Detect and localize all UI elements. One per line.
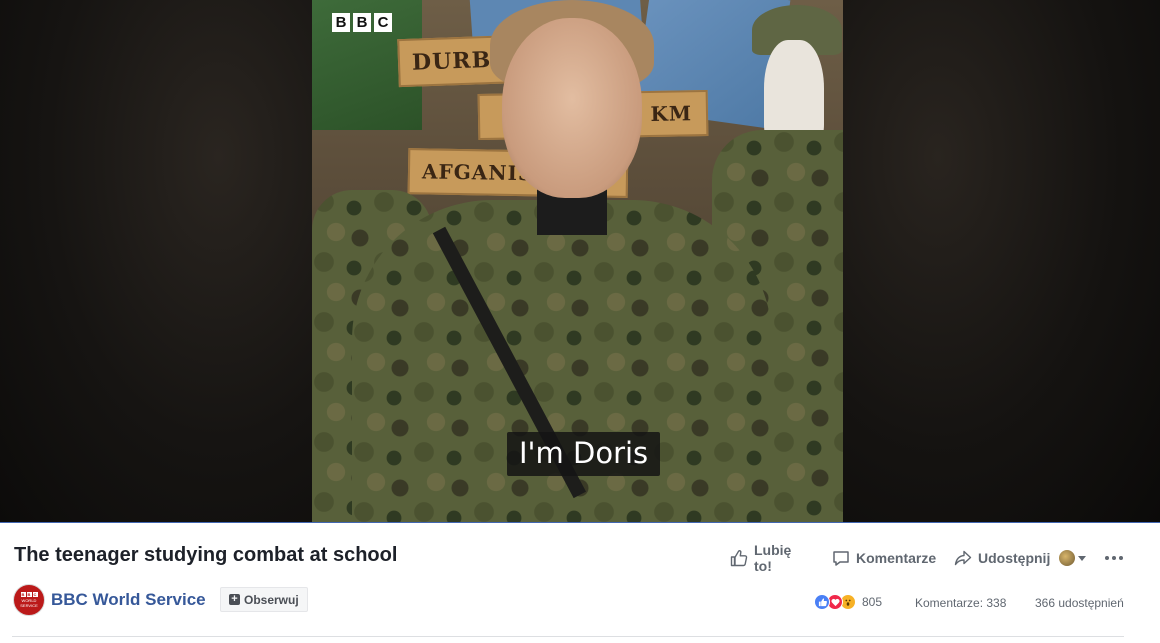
thumbs-up-icon [730, 549, 748, 567]
page-name-link[interactable]: BBC World Service [51, 590, 206, 610]
share-arrow-icon [954, 549, 972, 567]
video-frame[interactable]: DURBA I IN03 KM AFGANIST B B C I'm Doris [312, 0, 843, 523]
like-reaction-icon [814, 594, 830, 610]
more-options-button[interactable] [1105, 556, 1123, 560]
avatar-caption: WORLD SERVICE [20, 598, 38, 608]
follow-label: Obserwuj [244, 592, 299, 607]
bbc-letter-b2: B [353, 13, 371, 32]
page-avatar[interactable]: BBC WORLD SERVICE [13, 584, 45, 616]
shares-count[interactable]: 366 udostępnień [1035, 596, 1124, 610]
bbc-watermark: B B C [332, 13, 392, 32]
video-progress-line[interactable] [0, 522, 1160, 523]
post-as-selector[interactable] [1059, 550, 1086, 566]
video-blur-right [843, 0, 1160, 523]
video-blur-left [0, 0, 312, 523]
bbc-letter-c: C [374, 13, 392, 32]
bbc-logo-icon: BBC [20, 592, 38, 597]
comment-button[interactable]: Komentarze [832, 549, 936, 567]
video-title: The teenager studying combat at school [14, 544, 398, 566]
reactions-count[interactable]: 805 [862, 595, 882, 609]
comment-icon [832, 549, 850, 567]
bbc-letter-b1: B [332, 13, 350, 32]
like-label: Lubię to! [754, 542, 792, 574]
comments-count[interactable]: Komentarze: 338 [915, 596, 1006, 610]
reactions-summary[interactable]: 805 [814, 594, 882, 610]
follow-button[interactable]: + Obserwuj [220, 587, 308, 612]
share-button[interactable]: Udostępnij [954, 549, 1050, 567]
video-player[interactable]: DURBA I IN03 KM AFGANIST B B C I'm Doris [0, 0, 1160, 523]
scene-face [502, 18, 642, 198]
like-button[interactable]: Lubię to! [730, 542, 791, 574]
follow-plus-icon: + [229, 594, 240, 605]
comment-label: Komentarze [856, 550, 937, 566]
user-avatar-icon [1059, 550, 1075, 566]
chevron-down-icon [1078, 555, 1086, 561]
divider [12, 636, 1124, 637]
video-subtitle: I'm Doris [507, 432, 661, 476]
share-label: Udostępnij [978, 550, 1051, 566]
more-dots-icon [1105, 556, 1123, 560]
